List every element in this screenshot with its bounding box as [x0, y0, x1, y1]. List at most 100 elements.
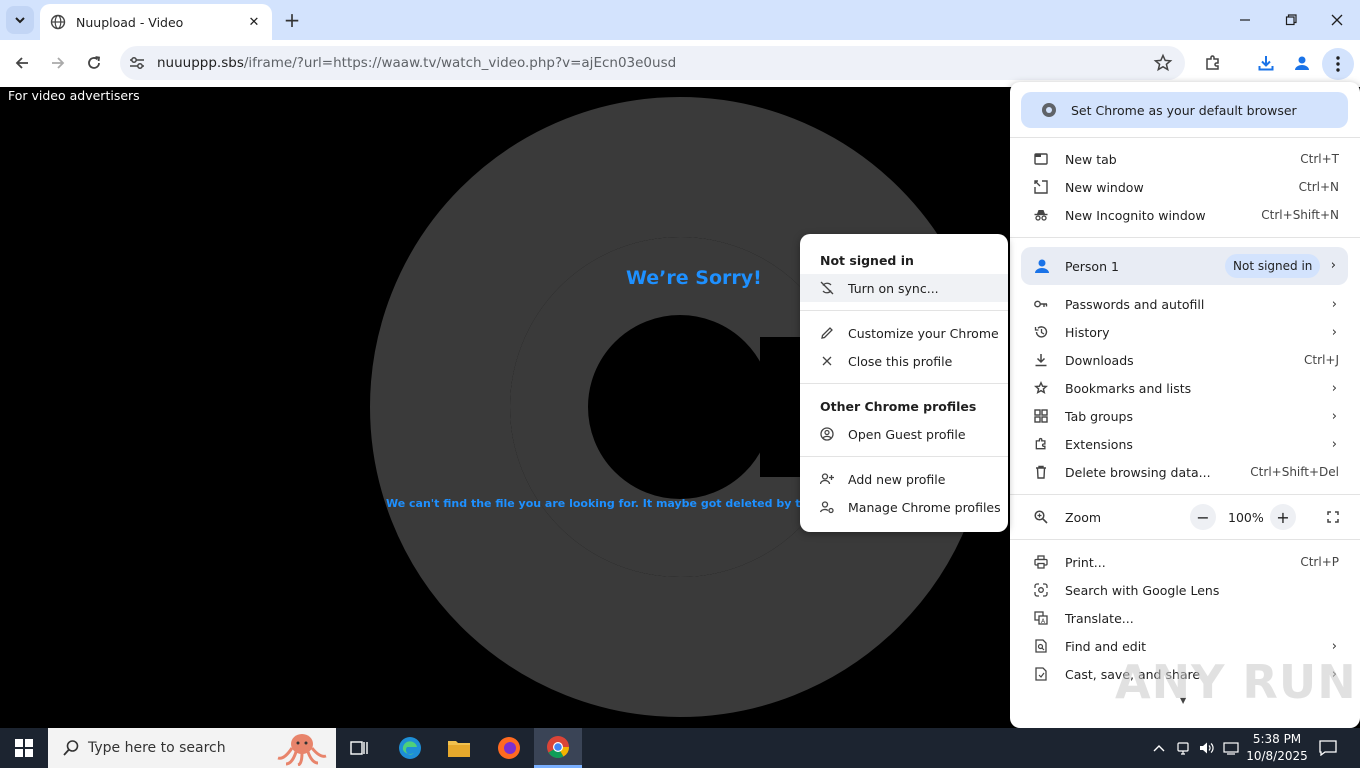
chevron-right-icon: › — [1331, 380, 1337, 396]
tab-groups-icon — [1034, 409, 1048, 423]
menu-item-passwords[interactable]: Passwords and autofill › — [1010, 290, 1360, 318]
menu-item-delete-data[interactable]: Delete browsing data... Ctrl+Shift+Del — [1010, 458, 1360, 486]
turn-on-sync-item[interactable]: Turn on sync... — [800, 274, 1008, 302]
minimize-button[interactable] — [1222, 0, 1268, 40]
lens-icon — [1034, 583, 1048, 597]
printer-icon — [1034, 555, 1048, 569]
forward-button[interactable] — [43, 48, 73, 78]
shortcut: Ctrl+Shift+Del — [1250, 465, 1339, 479]
reload-button[interactable] — [79, 48, 109, 78]
menu-item-translate[interactable]: A Translate... — [1010, 604, 1360, 632]
edge-taskbar-icon[interactable] — [386, 728, 434, 768]
zoom-in-button[interactable]: + — [1270, 504, 1296, 530]
chevron-right-icon: › — [1331, 324, 1337, 340]
menu-divider — [1010, 494, 1360, 495]
windows-taskbar: Type here to search 5:38 PM 10/8/2025 — [0, 728, 1360, 768]
address-bar[interactable]: nuuuppp.sbs/iframe/?url=https://waaw.tv/… — [120, 46, 1185, 80]
tab-title: Nuupload - Video — [76, 14, 184, 30]
menu-label: Translate... — [1065, 610, 1134, 626]
globe-icon — [50, 14, 66, 30]
shortcut: Ctrl+T — [1300, 152, 1339, 166]
taskbar-clock[interactable]: 5:38 PM 10/8/2025 — [1245, 731, 1309, 765]
menu-item-new-window[interactable]: New window Ctrl+N — [1010, 173, 1360, 201]
arrow-left-icon — [15, 57, 28, 69]
menu-item-google-lens[interactable]: Search with Google Lens — [1010, 576, 1360, 604]
advertisers-link[interactable]: For video advertisers — [8, 88, 140, 103]
submenu-label: Open Guest profile — [848, 426, 966, 442]
chevron-right-icon: › — [1331, 638, 1337, 654]
arrow-right-icon — [52, 57, 65, 69]
back-button[interactable] — [7, 48, 37, 78]
star-icon — [1034, 381, 1048, 395]
menu-item-bookmarks[interactable]: Bookmarks and lists › — [1010, 374, 1360, 402]
sign-in-status-badge: Not signed in — [1225, 254, 1321, 278]
site-settings-icon[interactable] — [128, 54, 146, 72]
tab-search-button[interactable] — [6, 6, 34, 34]
zoom-out-button[interactable]: − — [1190, 504, 1216, 530]
volume-icon[interactable] — [1198, 740, 1216, 756]
anyrun-watermark: ANY RUN — [1115, 655, 1357, 709]
customize-chrome-item[interactable]: Customize your Chrome — [800, 319, 1008, 347]
profile-button[interactable] — [1289, 50, 1315, 76]
menu-label: New tab — [1065, 151, 1117, 167]
tray-chevron-up-icon[interactable] — [1150, 740, 1168, 756]
url-text[interactable]: nuuuppp.sbs/iframe/?url=https://waaw.tv/… — [157, 55, 676, 71]
menu-label: Bookmarks and lists — [1065, 380, 1192, 396]
reload-icon — [88, 56, 100, 69]
menu-item-tab-groups[interactable]: Tab groups › — [1010, 402, 1360, 430]
close-window-button[interactable] — [1314, 0, 1360, 40]
menu-item-incognito[interactable]: New Incognito window Ctrl+Shift+N — [1010, 201, 1360, 229]
downloads-button[interactable] — [1253, 50, 1279, 76]
menu-item-new-tab[interactable]: New tab Ctrl+T — [1010, 145, 1360, 173]
menu-item-history[interactable]: History › — [1010, 318, 1360, 346]
menu-label: Tab groups — [1065, 408, 1133, 424]
add-new-profile-item[interactable]: Add new profile — [800, 465, 1008, 493]
chrome-taskbar-icon[interactable] — [534, 728, 582, 768]
submenu-label: Close this profile — [848, 353, 953, 369]
file-explorer-taskbar-icon[interactable] — [435, 728, 483, 768]
menu-divider — [1010, 237, 1360, 238]
tab-close-icon[interactable]: ✕ — [246, 14, 262, 30]
menu-label: Zoom — [1065, 509, 1102, 525]
submenu-label: Customize your Chrome — [848, 325, 999, 341]
puzzle-icon — [1206, 55, 1219, 70]
firefox-taskbar-icon[interactable] — [485, 728, 533, 768]
menu-item-downloads[interactable]: Downloads Ctrl+J — [1010, 346, 1360, 374]
shortcut: Ctrl+Shift+N — [1261, 208, 1339, 222]
banner-label: Set Chrome as your default browser — [1071, 102, 1297, 118]
find-page-icon — [1034, 639, 1048, 653]
task-view-button[interactable] — [336, 728, 384, 768]
translate-icon: A — [1034, 611, 1048, 625]
edge-icon — [399, 737, 421, 759]
incognito-icon — [1034, 208, 1048, 222]
taskbar-search-box[interactable]: Type here to search — [48, 728, 336, 768]
puzzle-icon — [1034, 437, 1048, 451]
download-icon — [1034, 353, 1048, 367]
fullscreen-button[interactable] — [1320, 504, 1346, 530]
open-guest-profile-item[interactable]: Open Guest profile — [800, 420, 1008, 448]
browser-tab[interactable]: Nuupload - Video ✕ — [40, 4, 272, 40]
shortcut: Ctrl+P — [1300, 555, 1339, 569]
clock-date: 10/8/2025 — [1246, 749, 1308, 763]
set-default-browser-banner[interactable]: Set Chrome as your default browser — [1021, 92, 1348, 128]
restore-button[interactable] — [1268, 0, 1314, 40]
manage-profiles-item[interactable]: Manage Chrome profiles — [800, 493, 1008, 521]
chrome-menu-button[interactable] — [1322, 48, 1354, 80]
network-icon[interactable] — [1174, 740, 1192, 756]
input-indicator-icon[interactable] — [1222, 740, 1240, 756]
shortcut: Ctrl+J — [1304, 353, 1339, 367]
start-button[interactable] — [0, 728, 48, 768]
menu-label: Downloads — [1065, 352, 1134, 368]
menu-label: Find and edit — [1065, 638, 1147, 654]
new-tab-button[interactable]: + — [280, 8, 304, 32]
sync-off-icon — [820, 281, 834, 295]
folder-icon — [448, 741, 470, 757]
menu-item-extensions[interactable]: Extensions › — [1010, 430, 1360, 458]
menu-item-person[interactable]: Person 1 Not signed in › — [1021, 247, 1348, 285]
extensions-button[interactable] — [1200, 50, 1226, 76]
bookmark-star-icon[interactable] — [1153, 53, 1173, 73]
menu-item-zoom: Zoom — [1010, 503, 1360, 531]
menu-item-print[interactable]: Print... Ctrl+P — [1010, 548, 1360, 576]
close-profile-item[interactable]: Close this profile — [800, 347, 1008, 375]
notification-center-icon[interactable] — [1318, 740, 1338, 756]
